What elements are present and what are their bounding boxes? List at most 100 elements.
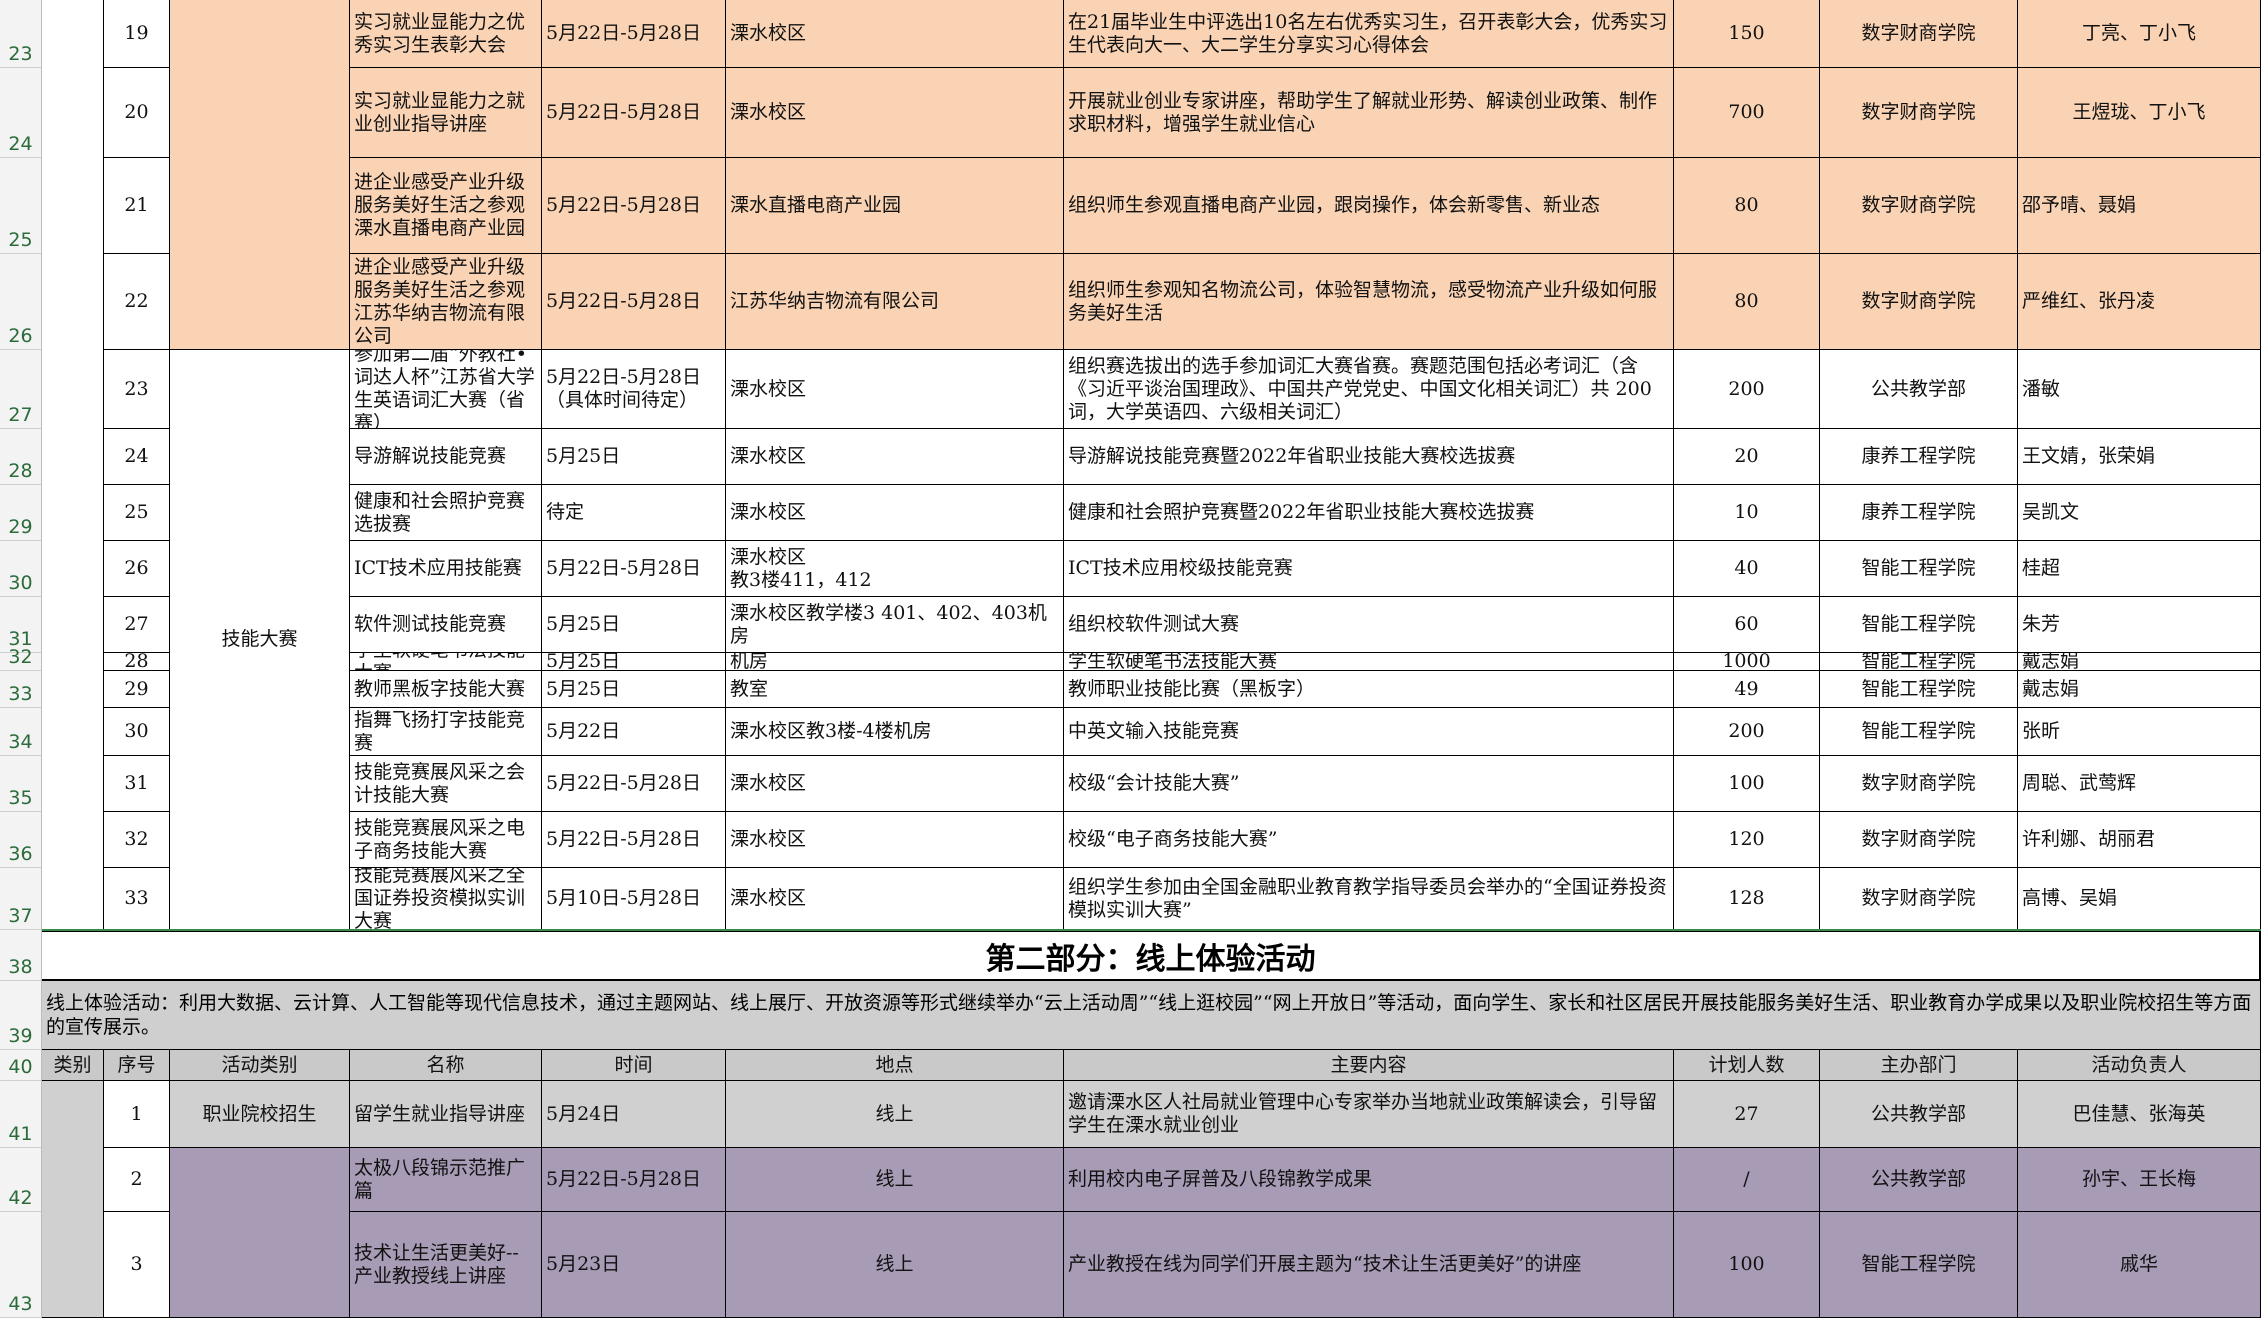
cell-seq[interactable]: 33 <box>104 868 170 930</box>
row-number[interactable]: 43 <box>0 1212 41 1318</box>
cell-content[interactable]: 在21届毕业生中评选出10名左右优秀实习生，召开表彰大会，优秀实习生代表向大一、… <box>1064 0 1674 68</box>
cell-content[interactable]: 健康和社会照护竞赛暨2022年省职业技能大赛校选拔赛 <box>1064 485 1674 541</box>
cell-count[interactable]: 200 <box>1674 350 1820 429</box>
cell-count[interactable]: 80 <box>1674 158 1820 254</box>
cell-time[interactable]: 5月23日 <box>542 1212 726 1318</box>
row-number[interactable]: 31 <box>0 597 41 653</box>
cell-seq[interactable]: 21 <box>104 158 170 254</box>
cell-time[interactable]: 5月25日 <box>542 597 726 653</box>
cell-time[interactable]: 5月22日-5月28日 <box>542 756 726 812</box>
cell-time[interactable]: 5月22日-5月28日 <box>542 1148 726 1212</box>
cell-count[interactable]: 60 <box>1674 597 1820 653</box>
cell-name[interactable]: 学生软硬笔书法技能大赛 <box>350 653 542 671</box>
cell-content[interactable]: 组织校软件测试大赛 <box>1064 597 1674 653</box>
cell-owner[interactable]: 许利娜、胡丽君 <box>2018 812 2261 868</box>
cell-content[interactable]: 组织师生参观直播电商产业园，跟岗操作，体会新零售、新业态 <box>1064 158 1674 254</box>
cell-count[interactable]: 49 <box>1674 671 1820 708</box>
cell-count[interactable]: 27 <box>1674 1081 1820 1148</box>
cell-owner[interactable]: 潘敏 <box>2018 350 2261 429</box>
row-number[interactable]: 27 <box>0 350 41 429</box>
column-header[interactable]: 序号 <box>104 1050 170 1081</box>
cell-dept[interactable]: 公共教学部 <box>1820 1148 2018 1212</box>
cell-content[interactable]: ICT技术应用校级技能竞赛 <box>1064 541 1674 597</box>
cell-name[interactable]: 健康和社会照护竞赛选拔赛 <box>350 485 542 541</box>
cell-content[interactable]: 组织学生参加由全国金融职业教育教学指导委员会举办的“全国证券投资模拟实训大赛” <box>1064 868 1674 930</box>
cell-time[interactable]: 5月25日 <box>542 653 726 671</box>
cell-name[interactable]: 留学生就业指导讲座 <box>350 1081 542 1148</box>
cell-owner[interactable]: 严维红、张丹凌 <box>2018 254 2261 350</box>
cell-dept[interactable]: 智能工程学院 <box>1820 671 2018 708</box>
activity-type-cell[interactable] <box>170 0 350 350</box>
cell-name[interactable]: 参加第二届“外教社•词达人杯”江苏省大学生英语词汇大赛（省赛） <box>350 350 542 429</box>
cell-place[interactable]: 教室 <box>726 671 1064 708</box>
cell-content[interactable]: 教师职业技能比赛（黑板字） <box>1064 671 1674 708</box>
cell-seq[interactable]: 27 <box>104 597 170 653</box>
cell-seq[interactable]: 31 <box>104 756 170 812</box>
cell-seq[interactable]: 3 <box>104 1212 170 1318</box>
cell-name[interactable]: 实习就业显能力之就业创业指导讲座 <box>350 68 542 158</box>
column-header[interactable]: 主办部门 <box>1820 1050 2018 1081</box>
cell-content[interactable]: 组织师生参观知名物流公司，体验智慧物流，感受物流产业升级如何服务美好生活 <box>1064 254 1674 350</box>
cell-seq[interactable]: 32 <box>104 812 170 868</box>
cell-content[interactable]: 学生软硬笔书法技能大赛 <box>1064 653 1674 671</box>
row-number[interactable]: 28 <box>0 429 41 485</box>
row-number[interactable]: 37 <box>0 868 41 930</box>
cell-dept[interactable]: 数字财商学院 <box>1820 868 2018 930</box>
cell-name[interactable]: 太极八段锦示范推广篇 <box>350 1148 542 1212</box>
cell-time[interactable]: 5月22日 <box>542 708 726 756</box>
cell-dept[interactable]: 智能工程学院 <box>1820 597 2018 653</box>
cell-owner[interactable]: 高博、吴娟 <box>2018 868 2261 930</box>
cell-place[interactable]: 线上 <box>726 1212 1064 1318</box>
cell-owner[interactable]: 丁亮、丁小飞 <box>2018 0 2261 68</box>
cell-count[interactable]: 120 <box>1674 812 1820 868</box>
cell-content[interactable]: 校级“会计技能大赛” <box>1064 756 1674 812</box>
row-number[interactable]: 40 <box>0 1050 41 1081</box>
row-number[interactable]: 38 <box>0 930 41 981</box>
cell-place[interactable]: 溧水校区 <box>726 812 1064 868</box>
cell-owner[interactable]: 巴佳慧、张海英 <box>2018 1081 2261 1148</box>
cell-name[interactable]: 技术让生活更美好--产业教授线上讲座 <box>350 1212 542 1318</box>
cell-place[interactable]: 溧水校区 <box>726 756 1064 812</box>
row-number[interactable]: 30 <box>0 541 41 597</box>
cell-name[interactable]: 技能竞赛展风采之电子商务技能大赛 <box>350 812 542 868</box>
row-number[interactable]: 29 <box>0 485 41 541</box>
cell-owner[interactable]: 戴志娟 <box>2018 653 2261 671</box>
cell-name[interactable]: 进企业感受产业升级服务美好生活之参观溧水直播电商产业园 <box>350 158 542 254</box>
cell-owner[interactable]: 戚华 <box>2018 1212 2261 1318</box>
cell-count[interactable]: 80 <box>1674 254 1820 350</box>
cell-place[interactable]: 溧水校区 <box>726 350 1064 429</box>
cell-time[interactable]: 5月10日-5月28日 <box>542 868 726 930</box>
cell-count[interactable]: 100 <box>1674 756 1820 812</box>
cell-count[interactable]: 150 <box>1674 0 1820 68</box>
cell-name[interactable]: ICT技术应用技能赛 <box>350 541 542 597</box>
cell-owner[interactable]: 朱芳 <box>2018 597 2261 653</box>
cell-content[interactable]: 产业教授在线为同学们开展主题为“技术让生活更美好”的讲座 <box>1064 1212 1674 1318</box>
cell-count[interactable]: 40 <box>1674 541 1820 597</box>
cell-time[interactable]: 5月22日-5月28日 <box>542 254 726 350</box>
cell-seq[interactable]: 30 <box>104 708 170 756</box>
cell-place[interactable]: 机房 <box>726 653 1064 671</box>
cell-owner[interactable]: 王煜珑、丁小飞 <box>2018 68 2261 158</box>
cell-place[interactable]: 溧水校区 <box>726 0 1064 68</box>
cell-count[interactable]: 100 <box>1674 1212 1820 1318</box>
column-header[interactable]: 名称 <box>350 1050 542 1081</box>
cell-dept[interactable]: 智能工程学院 <box>1820 708 2018 756</box>
cell-time[interactable]: 待定 <box>542 485 726 541</box>
cell-content[interactable]: 组织赛选拔出的选手参加词汇大赛省赛。赛题范围包括必考词汇（含《习近平谈治国理政》… <box>1064 350 1674 429</box>
category-cell[interactable] <box>42 1081 104 1318</box>
cell-name[interactable]: 教师黑板字技能大赛 <box>350 671 542 708</box>
cell-count[interactable]: 128 <box>1674 868 1820 930</box>
row-number[interactable]: 42 <box>0 1148 41 1212</box>
row-number[interactable]: 23 <box>0 0 41 68</box>
cell-name[interactable]: 技能竞赛展风采之会计技能大赛 <box>350 756 542 812</box>
cell-dept[interactable]: 康养工程学院 <box>1820 429 2018 485</box>
row-number[interactable]: 24 <box>0 68 41 158</box>
cell-seq[interactable]: 24 <box>104 429 170 485</box>
cell-name[interactable]: 实习就业显能力之优秀实习生表彰大会 <box>350 0 542 68</box>
cell-owner[interactable]: 邵予晴、聂娟 <box>2018 158 2261 254</box>
cell-owner[interactable]: 吴凯文 <box>2018 485 2261 541</box>
cell-count[interactable]: 20 <box>1674 429 1820 485</box>
cell-dept[interactable]: 数字财商学院 <box>1820 158 2018 254</box>
row-number[interactable]: 33 <box>0 671 41 708</box>
cell-time[interactable]: 5月22日-5月28日 <box>542 0 726 68</box>
